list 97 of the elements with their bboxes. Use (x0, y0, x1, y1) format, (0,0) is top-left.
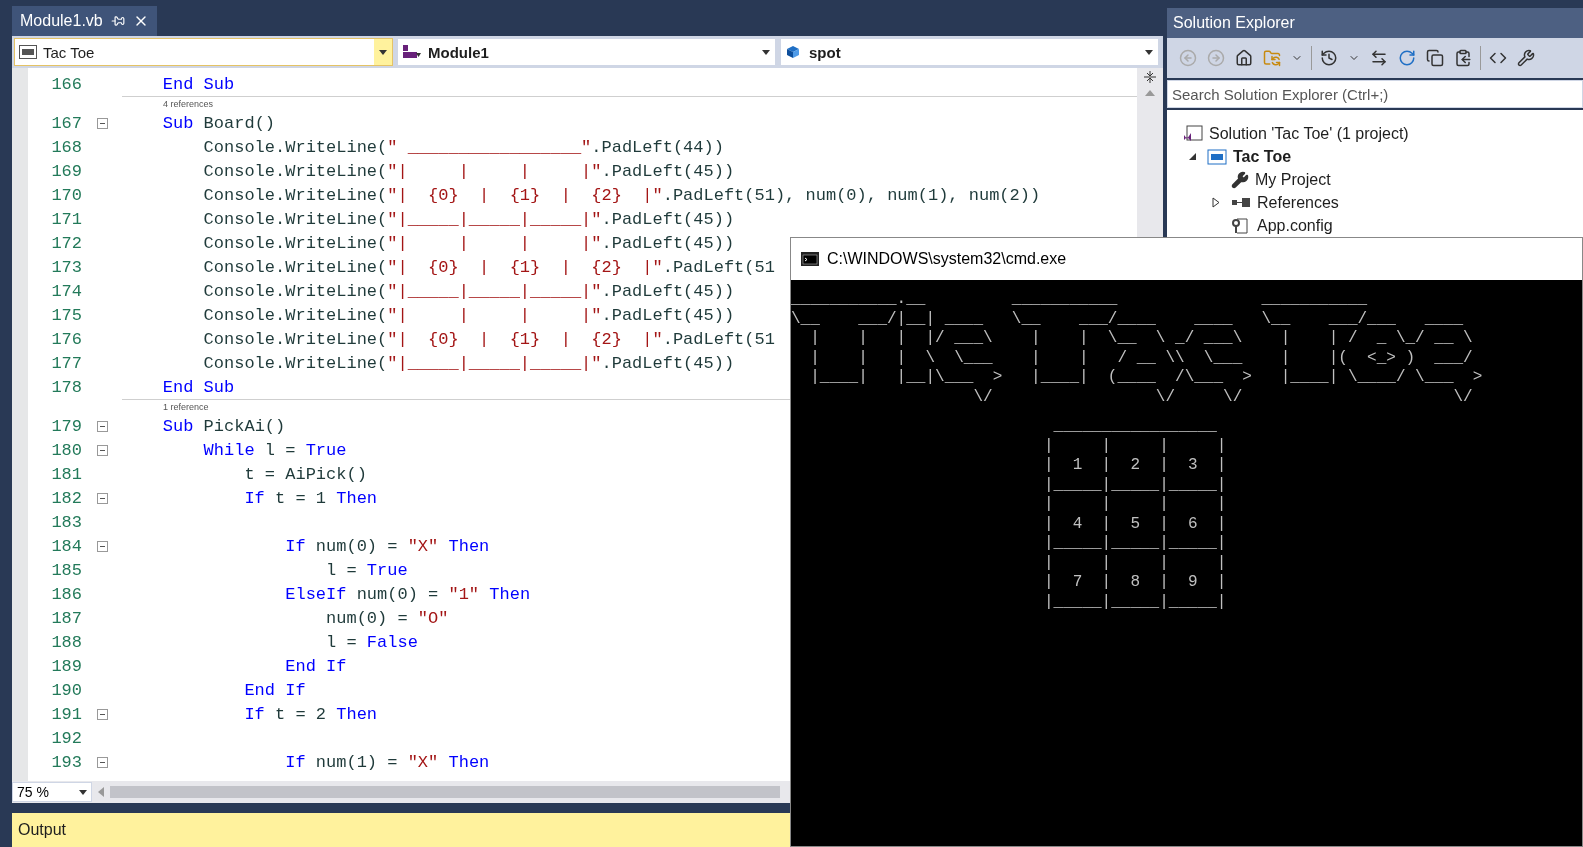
tree-item[interactable]: My Project (1183, 168, 1583, 191)
tree-item[interactable]: Tac Toe (1183, 145, 1583, 168)
document-tab[interactable]: Module1.vb (12, 6, 157, 36)
tree-item[interactable]: App.config (1183, 214, 1583, 237)
navigation-dropdown[interactable]: Module1 (397, 38, 776, 66)
vb-project-icon (1207, 148, 1227, 165)
expanded-arrow-icon[interactable] (1187, 152, 1197, 161)
code-line: End If (284, 656, 347, 676)
collapse-icon[interactable] (96, 492, 108, 504)
collapsed-arrow-icon[interactable] (1212, 197, 1220, 208)
config-file-icon (1231, 216, 1251, 235)
line-number: 177 (50, 353, 82, 373)
line-number: 175 (50, 305, 82, 325)
code-line: Console.WriteLine("| {0} | {1} | {2} |".PadLeft(51 (202, 257, 775, 277)
code-line: Console.WriteLine("| {0} | {1} | {2} |".PadLeft(51 (202, 329, 775, 349)
code-line: num(0) = "O" (325, 608, 449, 628)
window-title: C:\WINDOWS\system32\cmd.exe (827, 250, 1067, 268)
collapse-icon[interactable] (96, 708, 108, 720)
tree-item[interactable]: Solution 'Tac Toe' (1 project) (1183, 122, 1583, 145)
line-number: 178 (50, 377, 82, 397)
caret-icon (379, 49, 387, 55)
output-panel-tab[interactable]: Output (12, 813, 790, 847)
line-number: 167 (50, 113, 82, 133)
line-number: 187 (50, 608, 82, 628)
horizontal-scrollbar[interactable] (110, 786, 780, 798)
code-line: End If (243, 680, 306, 700)
code-line: If t = 1 Then (243, 488, 378, 508)
line-number: 169 (50, 161, 82, 181)
ascii-grid-text: _________________ | | | | | 1 | 2 | 3 | |_____|_____|_____| | | | | | 4 | 5 | 6 | |_____|_____|_____| | | | | | 7 | 8 | 9 | |_____|_____|_____| (1044, 417, 1227, 612)
reference-count[interactable]: 4 references (163, 99, 214, 109)
code-line: If num(0) = "X" Then (284, 536, 490, 556)
collapse-icon[interactable] (96, 117, 108, 129)
search-field[interactable]: Search Solution Explorer (Ctrl+;) (1167, 80, 1583, 108)
split-icon[interactable] (1143, 70, 1157, 84)
line-number: 185 (50, 560, 82, 580)
line-number: 188 (50, 632, 82, 652)
line-number: 180 (50, 440, 82, 460)
code-line: Console.WriteLine("| | | |".PadLeft(45)) (202, 305, 735, 325)
line-number: 176 (50, 329, 82, 349)
line-number: 184 (50, 536, 82, 556)
vb-file-icon (19, 45, 37, 59)
code-line: Console.WriteLine("| | | |".PadLeft(45)) (202, 161, 735, 181)
code-line: End Sub (161, 377, 235, 397)
navigation-dropdown[interactable]: spot (780, 38, 1159, 66)
code-line: Console.WriteLine("|_____|_____|_____|".PadLeft(45)) (202, 353, 735, 373)
terminal-icon (801, 252, 819, 266)
code-line: Sub Board() (161, 113, 276, 133)
wrench-icon[interactable] (1515, 47, 1537, 69)
collapse-icon[interactable] (96, 540, 108, 552)
code-line: Console.WriteLine("| | | |".PadLeft(45)) (202, 233, 735, 253)
line-number: 181 (50, 464, 82, 484)
caret-icon (1145, 49, 1153, 55)
module-icon (402, 44, 422, 60)
line-number: 191 (50, 704, 82, 724)
code-line: If t = 2 Then (243, 704, 378, 724)
line-number: 193 (50, 752, 82, 772)
line-number: 183 (50, 512, 82, 532)
collapse-icon[interactable] (96, 444, 108, 456)
line-number: 166 (50, 74, 82, 94)
caret-icon (762, 49, 770, 55)
reference-count[interactable]: 1 reference (163, 402, 209, 412)
line-number: 168 (50, 137, 82, 157)
caret-icon (79, 789, 87, 795)
code-line: Console.WriteLine("|_____|_____|_____|".PadLeft(45)) (202, 281, 735, 301)
line-number: 172 (50, 233, 82, 253)
line-number: 192 (50, 728, 82, 748)
code-line: t = AiPick() (243, 464, 367, 484)
navigation-dropdown[interactable]: Tac Toe (14, 38, 393, 66)
code-line: Console.WriteLine("| {0} | {1} | {2} |".PadLeft(51), num(0), num(1), num(2)) (202, 185, 1041, 205)
code-line: While l = True (202, 440, 347, 460)
zoom-dropdown[interactable]: 75 % (12, 782, 92, 802)
pin-icon[interactable] (110, 14, 125, 28)
collapse-icon[interactable] (96, 756, 108, 768)
code-line: l = True (325, 560, 408, 580)
code-line: Sub PickAi() (161, 416, 286, 436)
line-number: 170 (50, 185, 82, 205)
code-line: Console.WriteLine("|_____|_____|_____|".PadLeft(45)) (202, 209, 735, 229)
line-number: 171 (50, 209, 82, 229)
code-line: If num(1) = "X" Then (284, 752, 490, 772)
wrench-icon (1231, 170, 1249, 189)
line-number: 174 (50, 281, 82, 301)
code-line: Console.WriteLine(" _________________".PadLeft(44)) (202, 137, 724, 157)
solution-icon (1183, 124, 1203, 143)
line-number: 190 (50, 680, 82, 700)
collapse-icon[interactable] (96, 420, 108, 432)
line-number: 182 (50, 488, 82, 508)
line-number: 189 (50, 656, 82, 676)
code-line: End Sub (161, 74, 235, 94)
ascii-art-title: ___________.__ ___________ ___________ \__ ___/|__| ____ \__ ___/____ ____ \__ ___/___ ____ | | | |/ ___\ | | \__ \ _/ ___\ | | / _ \_/ __ \ | | | \ \___ | | / __ \\ \___ | |( <_> ) ___/ |____| |__|\___ > |____| (____ /\___ > |____| \____/ \___ > \/ \/ \/ \/ (791, 290, 1484, 407)
code-line: ElseIf num(0) = "1" Then (284, 584, 531, 604)
references-icon (1231, 196, 1251, 209)
tree-item[interactable]: References (1183, 191, 1583, 214)
line-number: 186 (50, 584, 82, 604)
line-number: 173 (50, 257, 82, 277)
panel-title: Solution Explorer (1167, 8, 1583, 38)
line-number: 179 (50, 416, 82, 436)
code-line: l = False (325, 632, 418, 652)
